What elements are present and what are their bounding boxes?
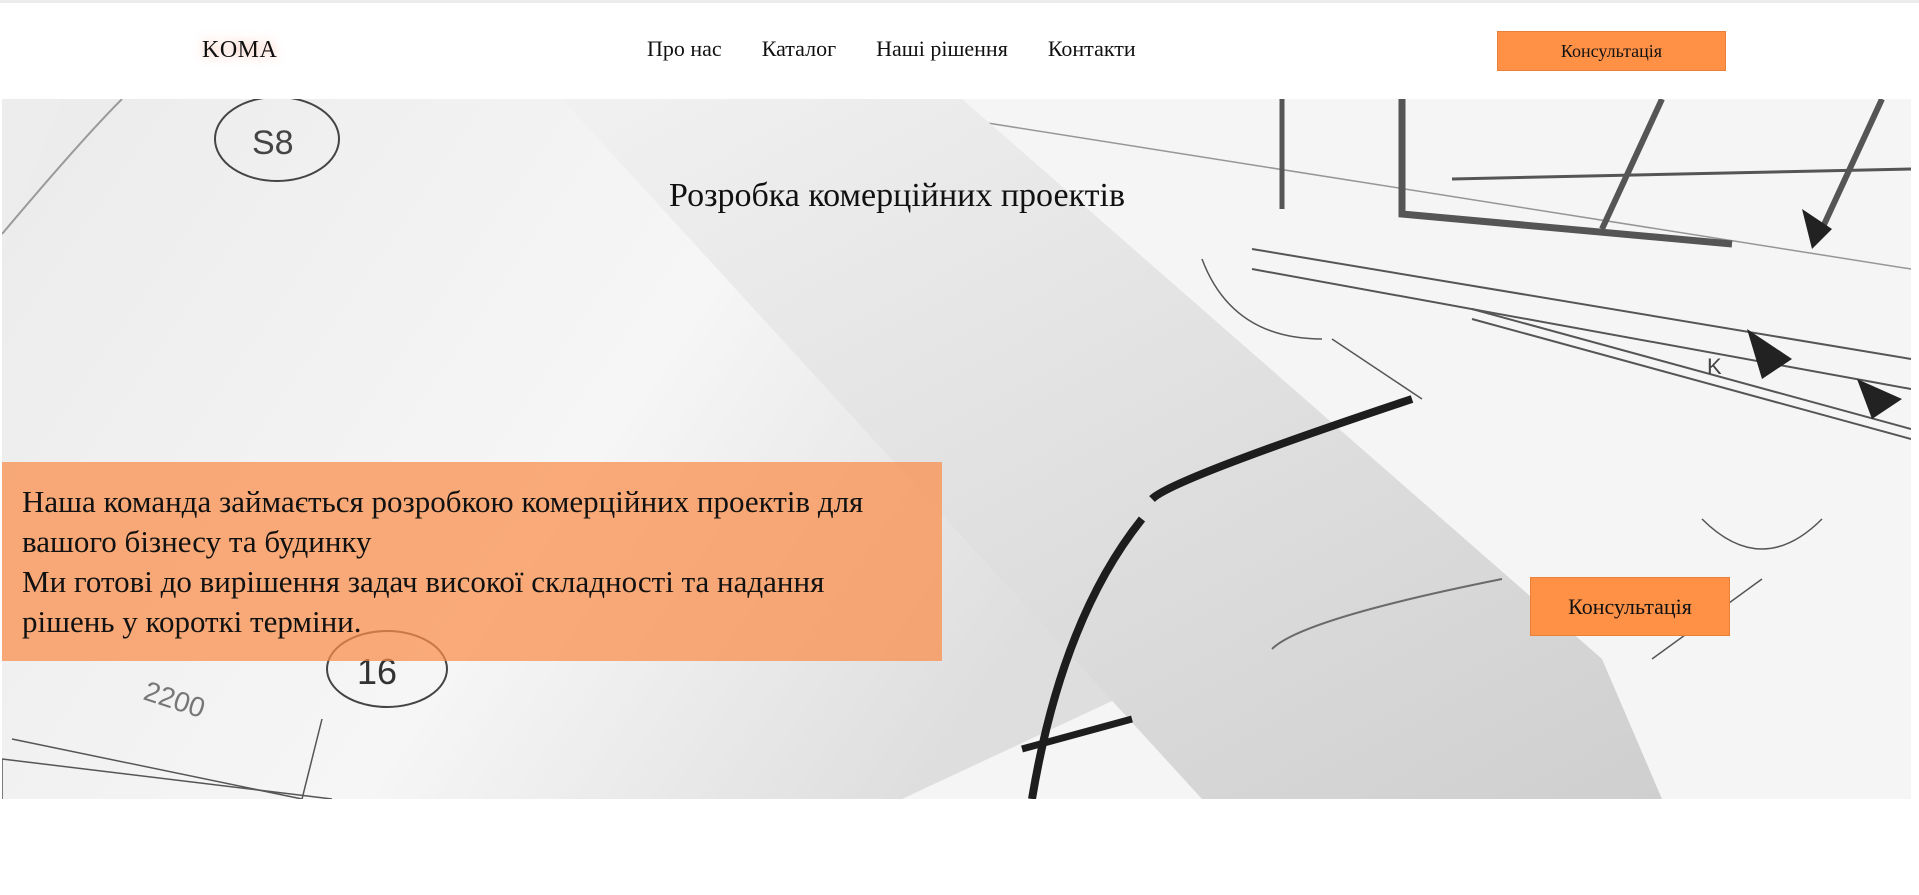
consultation-button-hero[interactable]: Консультація [1530, 577, 1730, 636]
hero-info-box: Наша команда займається розробкою комерц… [2, 462, 942, 661]
nav-catalog[interactable]: Каталог [762, 36, 836, 62]
nav-contacts[interactable]: Контакти [1048, 36, 1136, 62]
main-nav: Про нас Каталог Наші рішення Контакти [647, 36, 1136, 62]
hero-line-2: Ми готові до вирішення задач високої скл… [22, 564, 825, 639]
logo[interactable]: KOMA [202, 37, 277, 64]
blueprint-mark-k: K [1707, 354, 1722, 379]
hero-line-1: Наша команда займається розробкою комерц… [22, 484, 864, 559]
site-header: KOMA Про нас Каталог Наші рішення Контак… [0, 3, 1919, 99]
hero-title: Розробка комерційних проектів [669, 177, 1125, 214]
nav-about[interactable]: Про нас [647, 36, 722, 62]
hero-section: K S8 16 2200 Розробка комерційних проект… [2, 99, 1911, 799]
consultation-button-header[interactable]: Консультація [1497, 31, 1726, 71]
blueprint-mark-s8: S8 [252, 124, 294, 162]
nav-solutions[interactable]: Наші рішення [876, 36, 1008, 62]
